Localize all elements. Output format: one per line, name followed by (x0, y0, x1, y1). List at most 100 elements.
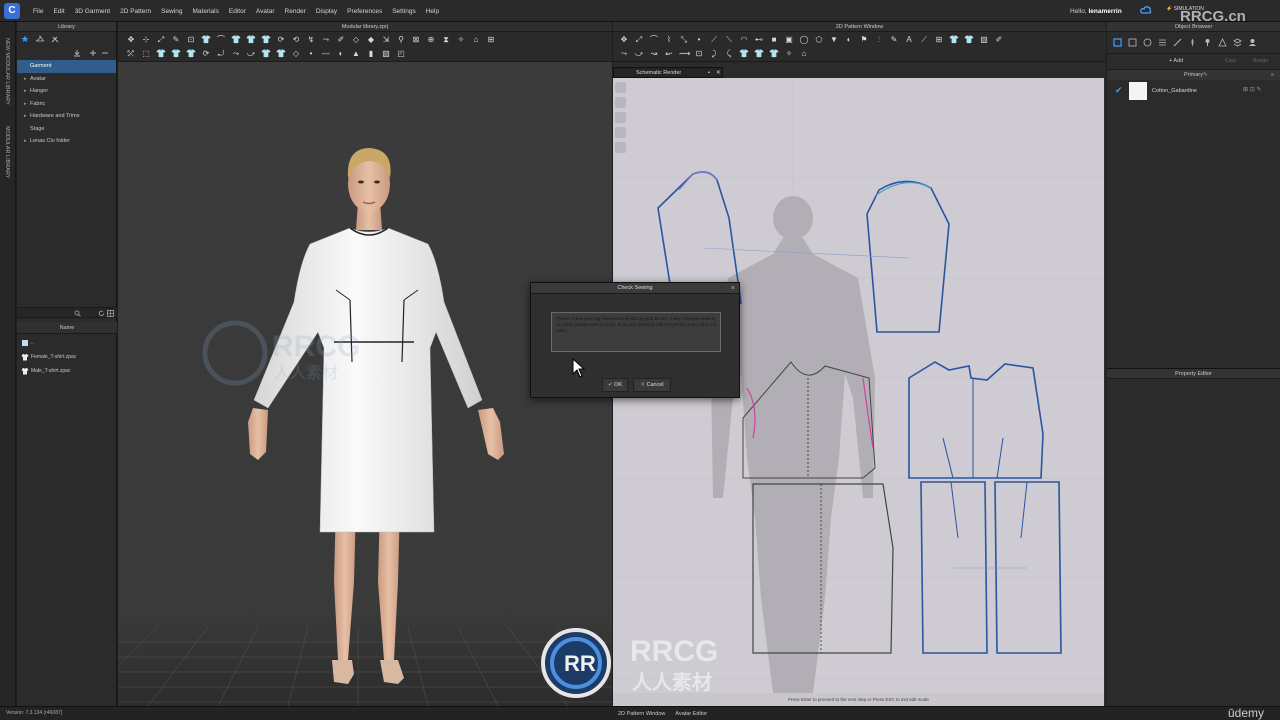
close-icon[interactable]: ✕ (716, 68, 721, 78)
globe-icon[interactable] (1143, 38, 1152, 47)
tree-item-lenas-clo-folder[interactable]: ▸ Lenas Clo folder (17, 135, 116, 148)
trim-icon[interactable]: ✧ (784, 49, 794, 59)
grading-icon[interactable]: ⊞ (934, 35, 944, 45)
free-sew-icon[interactable]: ↜ (664, 49, 674, 59)
sewing-icon[interactable]: ⤸ (709, 49, 719, 59)
shirt-icon[interactable]: 👕 (949, 35, 959, 45)
select-icon[interactable]: ✥ (619, 35, 629, 45)
flag-icon[interactable]: ⚑ (859, 35, 869, 45)
menu-file[interactable]: File (28, 0, 48, 22)
bounding-icon[interactable]: ⬚ (141, 49, 151, 59)
cloud-icon[interactable] (1140, 5, 1152, 15)
transform-icon[interactable]: ⊹ (141, 35, 151, 45)
menu-render[interactable]: Render (280, 0, 311, 22)
fabric-item[interactable]: ✔ Cotton_Gabardine ⊞ ⊡ ✎ (1107, 80, 1280, 104)
tab-2d-pattern-window[interactable]: 2D Pattern Window (613, 707, 670, 720)
polygon-icon[interactable]: ⬠ (814, 35, 824, 45)
refresh-icon[interactable] (98, 310, 105, 317)
zipper-icon[interactable]: ⧗ (441, 35, 451, 45)
line-icon[interactable]: ⟍ (724, 35, 734, 45)
ok-button[interactable]: ✔ OK (602, 378, 628, 392)
library-search-bar[interactable] (17, 307, 117, 318)
point-icon[interactable]: • (694, 35, 704, 45)
tree-item-fabric[interactable]: ▸ Fabric (17, 98, 116, 111)
download-icon[interactable] (73, 49, 81, 57)
select-move-icon[interactable]: ✥ (126, 35, 136, 45)
transform-pattern-icon[interactable]: ⤱ (126, 49, 136, 59)
curve-point-icon[interactable]: ⌇ (664, 35, 674, 45)
sewing-icon[interactable]: ⤳ (231, 49, 241, 59)
lock-icon[interactable]: ⊠ (411, 35, 421, 45)
shirt-icon[interactable]: 👕 (201, 35, 211, 45)
hanger-icon[interactable]: ⌂ (471, 35, 481, 45)
texture-icon[interactable]: ▧ (979, 35, 989, 45)
shirt-icon[interactable]: 👕 (964, 35, 974, 45)
app-logo[interactable]: C (4, 3, 20, 19)
sewing-icon[interactable]: ⤹ (724, 49, 734, 59)
copy-button[interactable]: Copy (1225, 58, 1237, 64)
fabric-options-icon[interactable]: ⊞ ⊡ ✎ (1243, 86, 1261, 93)
trim-icon[interactable]: ✧ (456, 35, 466, 45)
fabric-tab-icon[interactable] (1113, 38, 1122, 47)
pin-icon[interactable]: ⚲ (396, 35, 406, 45)
view-icon[interactable] (615, 97, 626, 108)
fold-icon[interactable]: ⌒ (216, 35, 226, 45)
pin-icon[interactable] (1203, 38, 1212, 47)
cancel-button[interactable]: ✕ Cancel (633, 378, 671, 392)
edit-icon[interactable]: ✐ (336, 35, 346, 45)
rectangle-icon[interactable]: ▣ (784, 35, 794, 45)
select-mesh-icon[interactable]: ⤢ (156, 35, 166, 45)
pattern-icon[interactable]: ◇ (291, 49, 301, 59)
seam-icon[interactable]: ⤾ (216, 49, 226, 59)
measure-icon[interactable]: ◐ (336, 49, 346, 59)
shape-icon[interactable]: ◰ (396, 49, 406, 59)
hanger-icon[interactable]: ⌂ (799, 49, 809, 59)
lock-icon[interactable]: ▮ (366, 49, 376, 59)
menu-editor[interactable]: Editor (224, 0, 251, 22)
tab-avatar-editor[interactable]: Avatar Editor (670, 707, 712, 720)
trim-icon[interactable]: ▲ (351, 49, 361, 59)
shirt-icon[interactable]: 👕 (739, 49, 749, 59)
sewing-icon[interactable]: ⤳ (321, 35, 331, 45)
eye-icon[interactable] (615, 82, 626, 93)
rectangle-icon[interactable]: ■ (769, 35, 779, 45)
view-icon[interactable] (615, 112, 626, 123)
remove-icon[interactable] (101, 49, 109, 57)
line-icon[interactable]: — (321, 49, 331, 59)
menu-display[interactable]: Display (311, 0, 342, 22)
menu-2d-pattern[interactable]: 2D Pattern (115, 0, 156, 22)
tack-icon[interactable]: ⊡ (694, 49, 704, 59)
garment-icon[interactable]: 👕 (156, 49, 166, 59)
fold-arrange-icon[interactable]: ⇲ (381, 35, 391, 45)
button-icon[interactable]: ⊕ (426, 35, 436, 45)
point-icon[interactable]: • (306, 49, 316, 59)
texture-icon[interactable]: ▧ (381, 49, 391, 59)
seam-icon[interactable]: ⟲ (291, 35, 301, 45)
file-column-header[interactable]: Name (17, 322, 117, 334)
needle-icon[interactable] (1173, 38, 1182, 47)
view-icon[interactable] (615, 127, 626, 138)
sewing-icon[interactable]: ↯ (306, 35, 316, 45)
menu-preferences[interactable]: Preferences (342, 0, 387, 22)
zipper-icon[interactable] (1188, 38, 1197, 47)
pattern-piece-front-bodice[interactable] (908, 361, 1044, 479)
garment-icon[interactable]: 👕 (231, 35, 241, 45)
pattern-piece-front-skirt-right[interactable] (994, 481, 1062, 654)
schematic-render-tab[interactable]: Schematic Render ▪ ✕ (613, 67, 723, 78)
ellipse-icon[interactable]: ◯ (799, 35, 809, 45)
tree-item-hanger[interactable]: ▸ Hanger (17, 85, 116, 98)
trim-icon[interactable] (1218, 38, 1227, 47)
garment-icon[interactable]: 👕 (186, 49, 196, 59)
sew-segment-icon[interactable]: ⤳ (619, 49, 629, 59)
sewing-icon[interactable]: ⤻ (246, 49, 256, 59)
star-icon[interactable] (21, 35, 29, 43)
edit-icon[interactable]: ✎ (1203, 70, 1208, 80)
primary-group-header[interactable]: Primary ✎ ≡ (1107, 70, 1280, 80)
brush-icon[interactable]: ✎ (171, 35, 181, 45)
garment-icon[interactable]: 👕 (276, 49, 286, 59)
dart-icon[interactable]: ▼ (829, 35, 839, 45)
garment-icon[interactable]: 👕 (171, 49, 181, 59)
menu-3d-garment[interactable]: 3D Garment (70, 0, 115, 22)
fabric-swatch[interactable] (1129, 82, 1147, 100)
pleat-icon[interactable]: ⫶ (874, 35, 884, 45)
